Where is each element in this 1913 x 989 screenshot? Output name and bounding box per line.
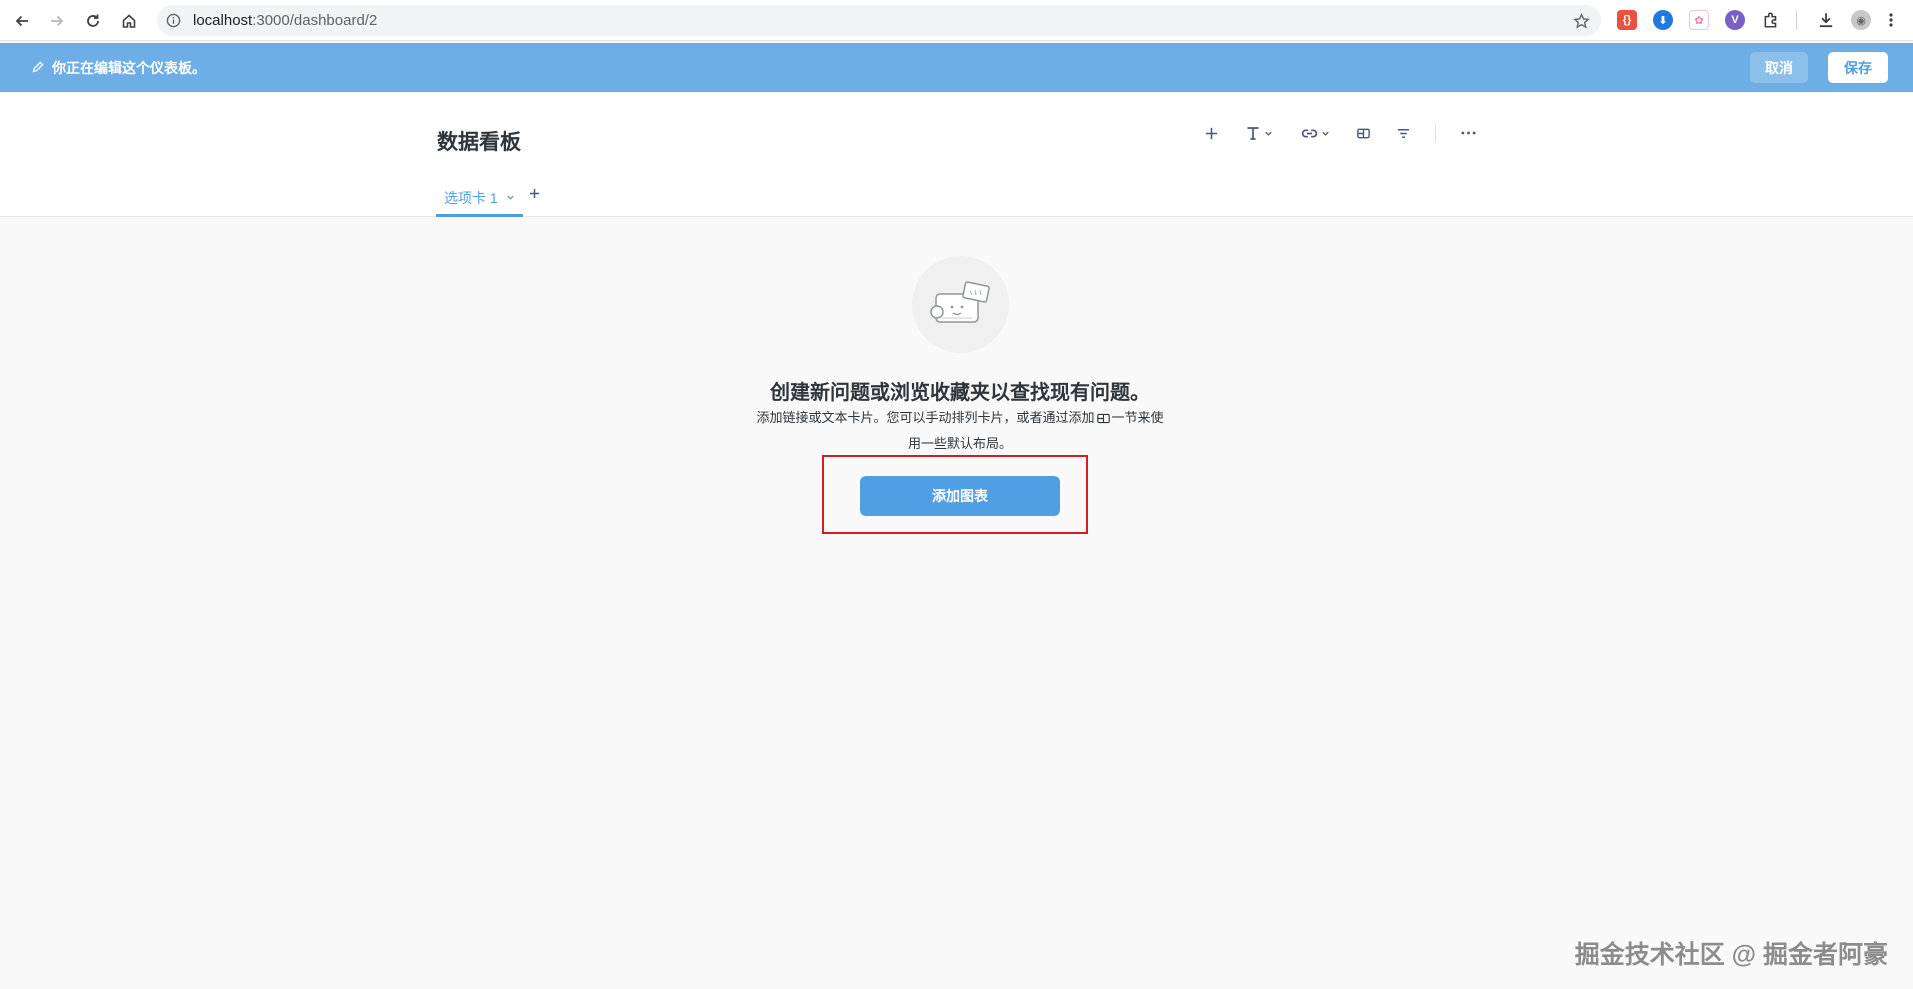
back-button[interactable] — [9, 8, 35, 34]
watermark: 掘金技术社区 @ 掘金者阿豪 — [1574, 941, 1888, 969]
extension-icon-red[interactable]: {} — [1617, 10, 1637, 30]
arrow-left-icon — [15, 15, 28, 27]
home-icon — [122, 14, 136, 28]
browser-toolbar: localhost:3000/dashboard/2 {} ⬇ ✿ V ◉ — [0, 0, 1913, 41]
empty-state-title: 创建新问题或浏览收藏夹以查找现有问题。 — [770, 382, 1150, 404]
arrow-right-icon — [51, 15, 64, 27]
extension-icon-download[interactable]: ⬇ — [1653, 10, 1673, 30]
add-section-button[interactable] — [1352, 122, 1374, 144]
bookmark-star-icon[interactable] — [1571, 11, 1591, 31]
add-chart-button[interactable]: 添加图表 — [860, 476, 1060, 516]
cancel-button[interactable]: 取消 — [1750, 52, 1808, 83]
tab-label: 选项卡 1 — [444, 190, 498, 206]
plus-icon — [1205, 127, 1217, 139]
forward-button[interactable] — [44, 8, 70, 34]
text-icon — [1247, 127, 1259, 140]
edit-mode-banner: 你正在编辑这个仪表板。 取消 保存 — [0, 43, 1913, 92]
dashboard-header: 数据看板 选项卡 1 — [0, 92, 1913, 217]
url-text: localhost:3000/dashboard/2 — [193, 12, 377, 29]
section-layout-icon — [1356, 128, 1370, 138]
edit-banner-text: 你正在编辑这个仪表板。 — [52, 60, 206, 76]
chevron-down-icon[interactable] — [506, 189, 515, 207]
add-tab-button[interactable] — [527, 185, 541, 201]
save-button[interactable]: 保存 — [1828, 52, 1888, 83]
add-filter-button[interactable] — [1392, 122, 1414, 144]
section-layout-icon — [1096, 408, 1110, 432]
extension-icon-pink[interactable]: ✿ — [1689, 10, 1709, 30]
reload-button[interactable] — [80, 8, 106, 34]
dashboard-card-icon — [929, 280, 990, 323]
downloads-icon[interactable] — [1816, 10, 1836, 30]
extensions-puzzle-icon[interactable] — [1761, 10, 1781, 30]
url-path: :3000/dashboard/2 — [252, 12, 378, 29]
reload-icon — [87, 14, 99, 27]
profile-avatar-icon[interactable]: ◉ — [1851, 10, 1871, 30]
browser-menu-icon[interactable] — [1886, 10, 1896, 30]
filter-icon — [1397, 128, 1409, 138]
ellipsis-icon — [1460, 131, 1476, 135]
pencil-icon — [31, 60, 45, 74]
address-bar[interactable]: localhost:3000/dashboard/2 — [157, 5, 1601, 36]
more-options-button[interactable] — [1457, 122, 1479, 144]
home-button[interactable] — [116, 8, 142, 34]
tab-1[interactable]: 选项卡 1 — [436, 188, 523, 217]
empty-state-description: 添加链接或文本卡片。您可以手动排列卡片，或者通过添加 一节来使用一些默认布局。 — [755, 406, 1165, 456]
toolbar-separator — [1435, 124, 1436, 142]
chevron-down-icon — [1265, 131, 1272, 136]
info-icon[interactable] — [165, 12, 182, 29]
url-host: localhost — [193, 12, 253, 29]
empty-state-desc-part1: 添加链接或文本卡片。您可以手动排列卡片，或者通过添加 — [756, 410, 1095, 425]
dashboard-title[interactable]: 数据看板 — [437, 126, 521, 156]
add-link-button[interactable] — [1298, 122, 1332, 144]
add-text-button[interactable] — [1242, 122, 1276, 144]
add-question-button[interactable] — [1200, 122, 1222, 144]
toolbar-divider — [1796, 11, 1797, 30]
chevron-down-icon — [1321, 131, 1329, 136]
empty-dashboard-illustration — [912, 256, 1009, 353]
plus-icon — [529, 188, 539, 198]
link-icon — [1301, 128, 1317, 138]
extension-icon-purple[interactable]: V — [1725, 10, 1745, 30]
